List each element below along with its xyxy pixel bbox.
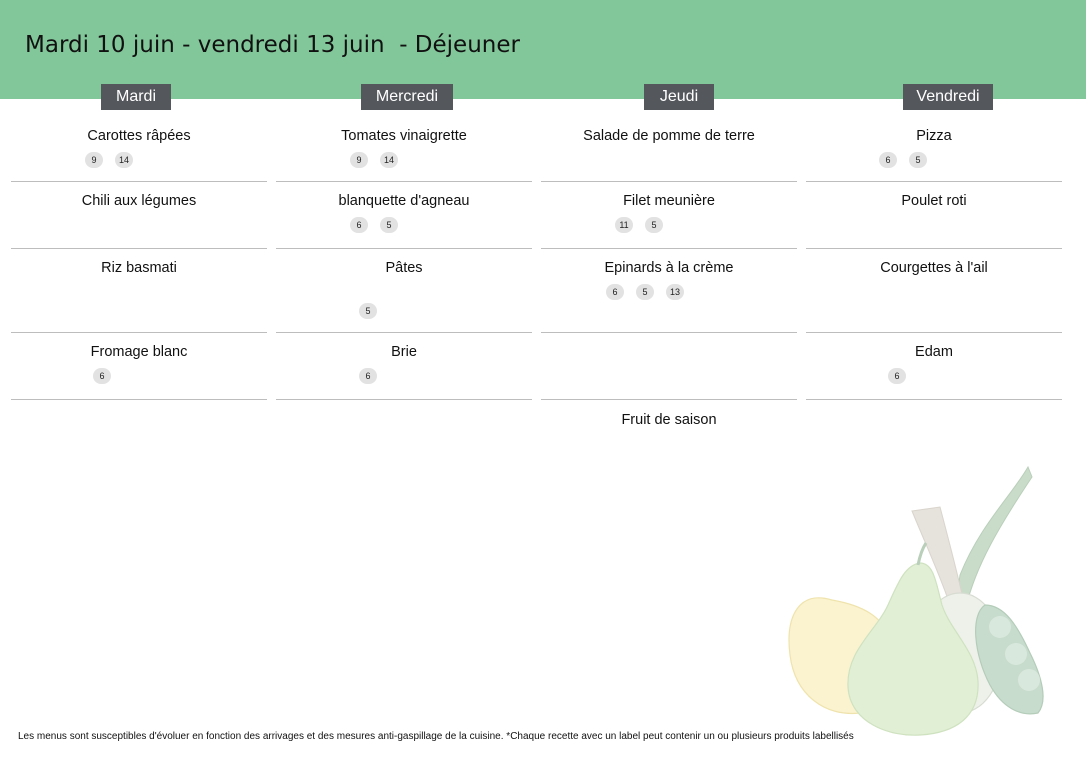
label-badge: 6 [879, 152, 897, 168]
label-badge: 5 [636, 284, 654, 300]
label-badge: 13 [666, 284, 684, 300]
dish-name: Pâtes [385, 260, 423, 276]
dish-cell [541, 333, 797, 400]
day-label-mardi: Mardi [101, 84, 171, 110]
dish-name: Filet meunière [623, 193, 715, 209]
vegetables-illustration-icon [788, 465, 1044, 736]
dish-labels: 9 14 [85, 150, 145, 168]
dish-cell: Filet meunière 11 5 [541, 182, 797, 249]
dish-cell: Fruit de saison [541, 400, 797, 467]
dish-labels: 65 [350, 215, 410, 233]
dish-cell: Epinards à la crème 6 5 13 [541, 249, 797, 333]
label-badge: 5 [645, 217, 663, 233]
dish-labels: 6 [888, 366, 918, 384]
label-badge: 6 [606, 284, 624, 300]
dish-cell: Chili aux légumes [11, 182, 267, 249]
label-badge: 6 [888, 368, 906, 384]
pea-icon [989, 616, 1011, 638]
pea-icon [1005, 643, 1027, 665]
label-badge: 6 [350, 217, 368, 233]
label-badge: 9 [350, 152, 368, 168]
dish-cell: Brie 6 [276, 333, 532, 400]
label-badge: 9 [85, 152, 103, 168]
dish-cell: blanquette d'agneau 65 [276, 182, 532, 249]
dish-name: Brie [391, 344, 417, 360]
label-badge: 6 [359, 368, 377, 384]
dish-cell: Riz basmati [11, 249, 267, 333]
page-title: Mardi 10 juin - vendredi 13 juin - Déjeu… [25, 32, 520, 58]
dish-labels: 11 5 [615, 215, 675, 233]
label-badge: 14 [380, 152, 398, 168]
dish-labels: 65 [879, 150, 939, 168]
label-badge: 5 [380, 217, 398, 233]
dish-name: Fromage blanc [90, 344, 188, 360]
dish-labels: 6 5 13 [606, 282, 696, 300]
dish-name: Courgettes à l'ail [880, 260, 988, 276]
dish-cell: Edam 6 [806, 333, 1062, 400]
label-badge: 6 [93, 368, 111, 384]
dish-name: Tomates vinaigrette [341, 128, 467, 144]
dish-labels: 9 14 [350, 150, 410, 168]
dish-name: Fruit de saison [621, 412, 717, 428]
dish-labels: 6 [93, 366, 123, 384]
pea-icon [1018, 669, 1040, 691]
dish-cell: Fromage blanc 6 [11, 333, 267, 400]
dish-cell: Courgettes à l'ail [806, 249, 1062, 333]
label-badge: 5 [909, 152, 927, 168]
dish-name: Salade de pomme de terre [583, 128, 755, 144]
dish-labels: 6 [359, 366, 389, 384]
dish-cell: Pâtes 5 [276, 249, 532, 333]
dish-name: Epinards à la crème [604, 260, 734, 276]
leek-leaf-icon [955, 465, 1033, 608]
dish-name: Pizza [916, 128, 952, 144]
day-label-mercredi: Mercredi [361, 84, 453, 110]
day-label-vendredi: Vendredi [903, 84, 993, 110]
dish-name: Edam [915, 344, 953, 360]
label-badge: 11 [615, 217, 633, 233]
dish-name: blanquette d'agneau [338, 193, 470, 209]
label-badge: 14 [115, 152, 133, 168]
footer-note: Les menus sont susceptibles d'évoluer en… [18, 731, 854, 742]
dish-name: Carottes râpées [87, 128, 191, 144]
dish-name: Riz basmati [101, 260, 177, 276]
pear-stem-icon [916, 542, 928, 566]
day-label-jeudi: Jeudi [644, 84, 714, 110]
dish-labels: 5 [359, 301, 389, 319]
dish-cell: Poulet roti [806, 182, 1062, 249]
dish-name: Chili aux légumes [81, 193, 197, 209]
label-badge: 5 [359, 303, 377, 319]
dish-name: Poulet roti [901, 193, 967, 209]
